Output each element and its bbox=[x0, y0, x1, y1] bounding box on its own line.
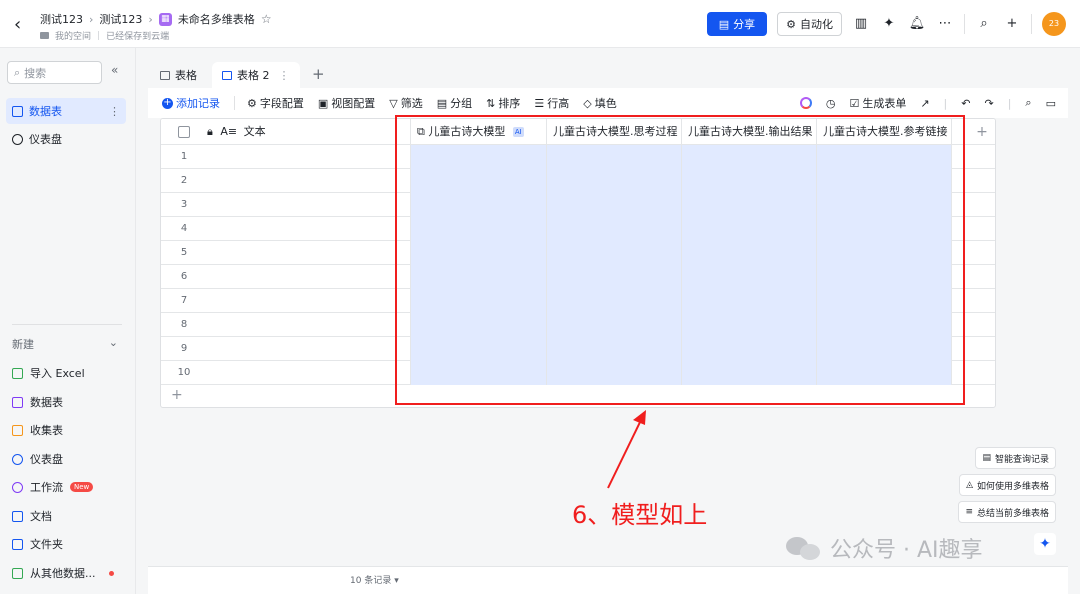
query-icon: ▤ bbox=[982, 453, 991, 463]
annotation-arrow bbox=[607, 410, 646, 489]
smart-query-button[interactable]: ▤ 智能查询记录 bbox=[975, 447, 1056, 469]
annotation-text: 6、模型如上 bbox=[572, 501, 708, 529]
watermark-text: 公众号 · AI趣享 bbox=[830, 538, 983, 563]
watermark: 公众号 · AI趣享 bbox=[786, 532, 983, 564]
summary-icon: ≡ bbox=[965, 507, 973, 517]
summarize-button[interactable]: ≡ 总结当前多维表格 bbox=[958, 501, 1056, 523]
how-to-use-button[interactable]: ◬ 如何使用多维表格 bbox=[959, 474, 1056, 496]
wechat-icon bbox=[786, 535, 822, 561]
ai-sparkle-icon[interactable]: ✦ bbox=[1034, 533, 1056, 555]
cap-icon: ◬ bbox=[966, 480, 973, 490]
record-count[interactable]: 10 条记录 ▾ bbox=[350, 573, 399, 586]
grid-footer: 10 条记录 ▾ bbox=[148, 566, 1068, 594]
caret-down-icon: ▾ bbox=[394, 576, 399, 586]
